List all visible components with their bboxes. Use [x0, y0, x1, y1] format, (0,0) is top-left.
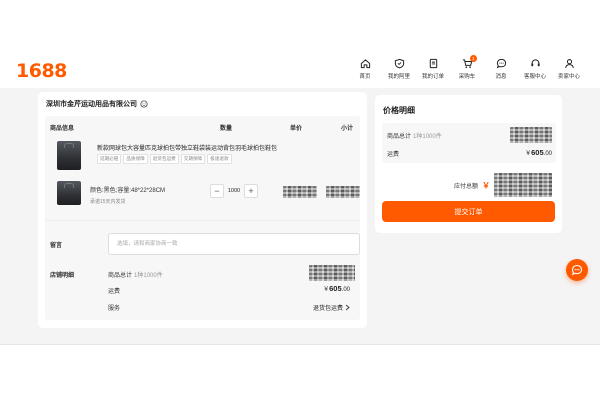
quantity-stepper: − 1000 + [210, 184, 258, 198]
increase-button[interactable]: + [244, 184, 258, 198]
goods-total-redacted [510, 127, 552, 143]
service-value[interactable]: 退货包运费 [313, 303, 350, 312]
message-label: 留言 [50, 243, 63, 249]
tag: 延期必赔 [97, 154, 122, 164]
goods-total-label: 商品总计 1种1000件 [108, 270, 163, 279]
order-icon [429, 58, 437, 69]
nav-cart[interactable]: 1 采购车 [450, 55, 484, 80]
decrease-button[interactable]: − [210, 184, 224, 198]
goods-total-redacted [309, 265, 355, 281]
freight-dec: .00 [341, 287, 350, 293]
freight-value: ￥605.00 [323, 284, 350, 293]
nav-my-ali[interactable]: 我的阿里 [382, 58, 416, 80]
shop-name-text: 深圳市金芹运动用品有限公司 [46, 101, 137, 108]
message-icon [496, 58, 506, 69]
nav-label: 我的阿里 [387, 74, 410, 80]
tag: 退货包运费 [149, 154, 179, 164]
headset-icon [530, 59, 540, 67]
quantity-value[interactable]: 1000 [224, 188, 244, 194]
nav-messages[interactable]: 消息 [484, 58, 518, 80]
payable-total: 应付总额 ￥ [454, 173, 552, 197]
nav-home[interactable]: 首页 [348, 58, 382, 80]
chat-icon [571, 264, 583, 276]
shop-name[interactable]: 深圳市金芹运动用品有限公司 [46, 99, 148, 109]
unit-price-redacted [283, 186, 317, 198]
freight-dec: .00 [543, 151, 552, 157]
ship-promise: 承诺15天内发货 [90, 199, 126, 205]
top-nav: 首页 我的阿里 我的订单 1 采购车 消息 客服中心 卖家中心 [348, 55, 586, 80]
goods-total-label: 商品总计 1种1000件 [387, 131, 442, 140]
sku-spec: 颜色:黑色;容量:48*22*28CM [90, 188, 166, 194]
service-tags: 延期必赔 品质保障 退货包运费 交期保障 极速退款 [97, 154, 232, 164]
submit-order-button[interactable]: 提交订单 [382, 201, 555, 222]
chevron-right-icon [345, 304, 350, 311]
smile-icon[interactable] [140, 100, 148, 108]
nav-label: 首页 [359, 74, 371, 80]
nav-my-orders[interactable]: 我的订单 [416, 58, 450, 80]
logo[interactable]: 1688 [16, 60, 67, 82]
home-icon [360, 59, 370, 69]
goods-total-desc: 1种1000件 [413, 134, 442, 140]
freight-label: 运费 [387, 152, 400, 158]
tag: 交期保障 [180, 154, 206, 164]
price-detail-title: 价格明细 [383, 106, 415, 115]
subtotal-redacted [326, 186, 360, 198]
sku-image[interactable] [57, 181, 81, 205]
nav-service-center[interactable]: 客服中心 [518, 58, 552, 80]
payable-label: 应付总额 [453, 183, 478, 190]
price-detail-panel: 商品总计 1种1000件 运费 ￥605.00 [382, 123, 556, 163]
payable-amount-redacted [494, 173, 552, 197]
order-card: 深圳市金芹运动用品有限公司 商品信息 数量 单价 小计 新款网球包大容量匹克球拍… [38, 92, 367, 328]
bottom-blank-area [0, 344, 600, 400]
yen-sign: ￥ [482, 180, 490, 190]
site-header: 1688 首页 我的阿里 我的订单 1 采购车 消息 客服中心 卖家中心 [0, 52, 600, 88]
freight-value: ￥605.00 [525, 148, 552, 157]
freight-int: 605 [531, 148, 544, 157]
service-label: 服务 [108, 306, 121, 312]
col-unit-price: 单价 [290, 126, 303, 132]
user-icon [564, 59, 574, 69]
goods-total-text: 商品总计 [387, 134, 412, 140]
freight-int: 605 [329, 284, 342, 293]
message-input[interactable]: 选填，请和商家协商一致 [108, 233, 360, 255]
heart-shield-icon [394, 58, 404, 69]
service-text: 退货包运费 [312, 306, 343, 312]
tag: 品质保障 [123, 154, 148, 164]
nav-label: 卖家中心 [557, 74, 580, 80]
goods-total-text: 商品总计 [108, 273, 133, 279]
nav-label: 消息 [495, 74, 507, 80]
cart-badge: 1 [470, 55, 477, 62]
nav-seller-center[interactable]: 卖家中心 [552, 58, 586, 80]
order-detail-panel: 商品信息 数量 单价 小计 新款网球包大容量匹克球拍包带独立鞋袋装运动背包羽毛球… [45, 116, 360, 320]
nav-label: 客服中心 [523, 74, 546, 80]
divider [45, 220, 360, 221]
product-image[interactable] [57, 141, 81, 170]
nav-label: 我的订单 [421, 74, 444, 80]
chat-float-button[interactable] [566, 259, 588, 281]
top-blank-area [0, 0, 600, 52]
col-quantity: 数量 [220, 126, 233, 132]
goods-total-desc: 1种1000件 [134, 273, 163, 279]
nav-label: 采购车 [458, 74, 476, 80]
tag: 极速退款 [207, 154, 232, 164]
product-title[interactable]: 新款网球包大容量匹克球拍包带独立鞋袋装运动背包羽毛球拍包鞋包 [97, 143, 277, 152]
shop-detail-label: 店铺明细 [50, 273, 75, 279]
col-product-info: 商品信息 [50, 126, 75, 132]
price-detail-card: 价格明细 商品总计 1种1000件 运费 ￥605.00 应付总额 ￥ 提交订单 [375, 95, 562, 233]
col-subtotal: 小计 [341, 126, 354, 132]
freight-label: 运费 [108, 289, 121, 295]
